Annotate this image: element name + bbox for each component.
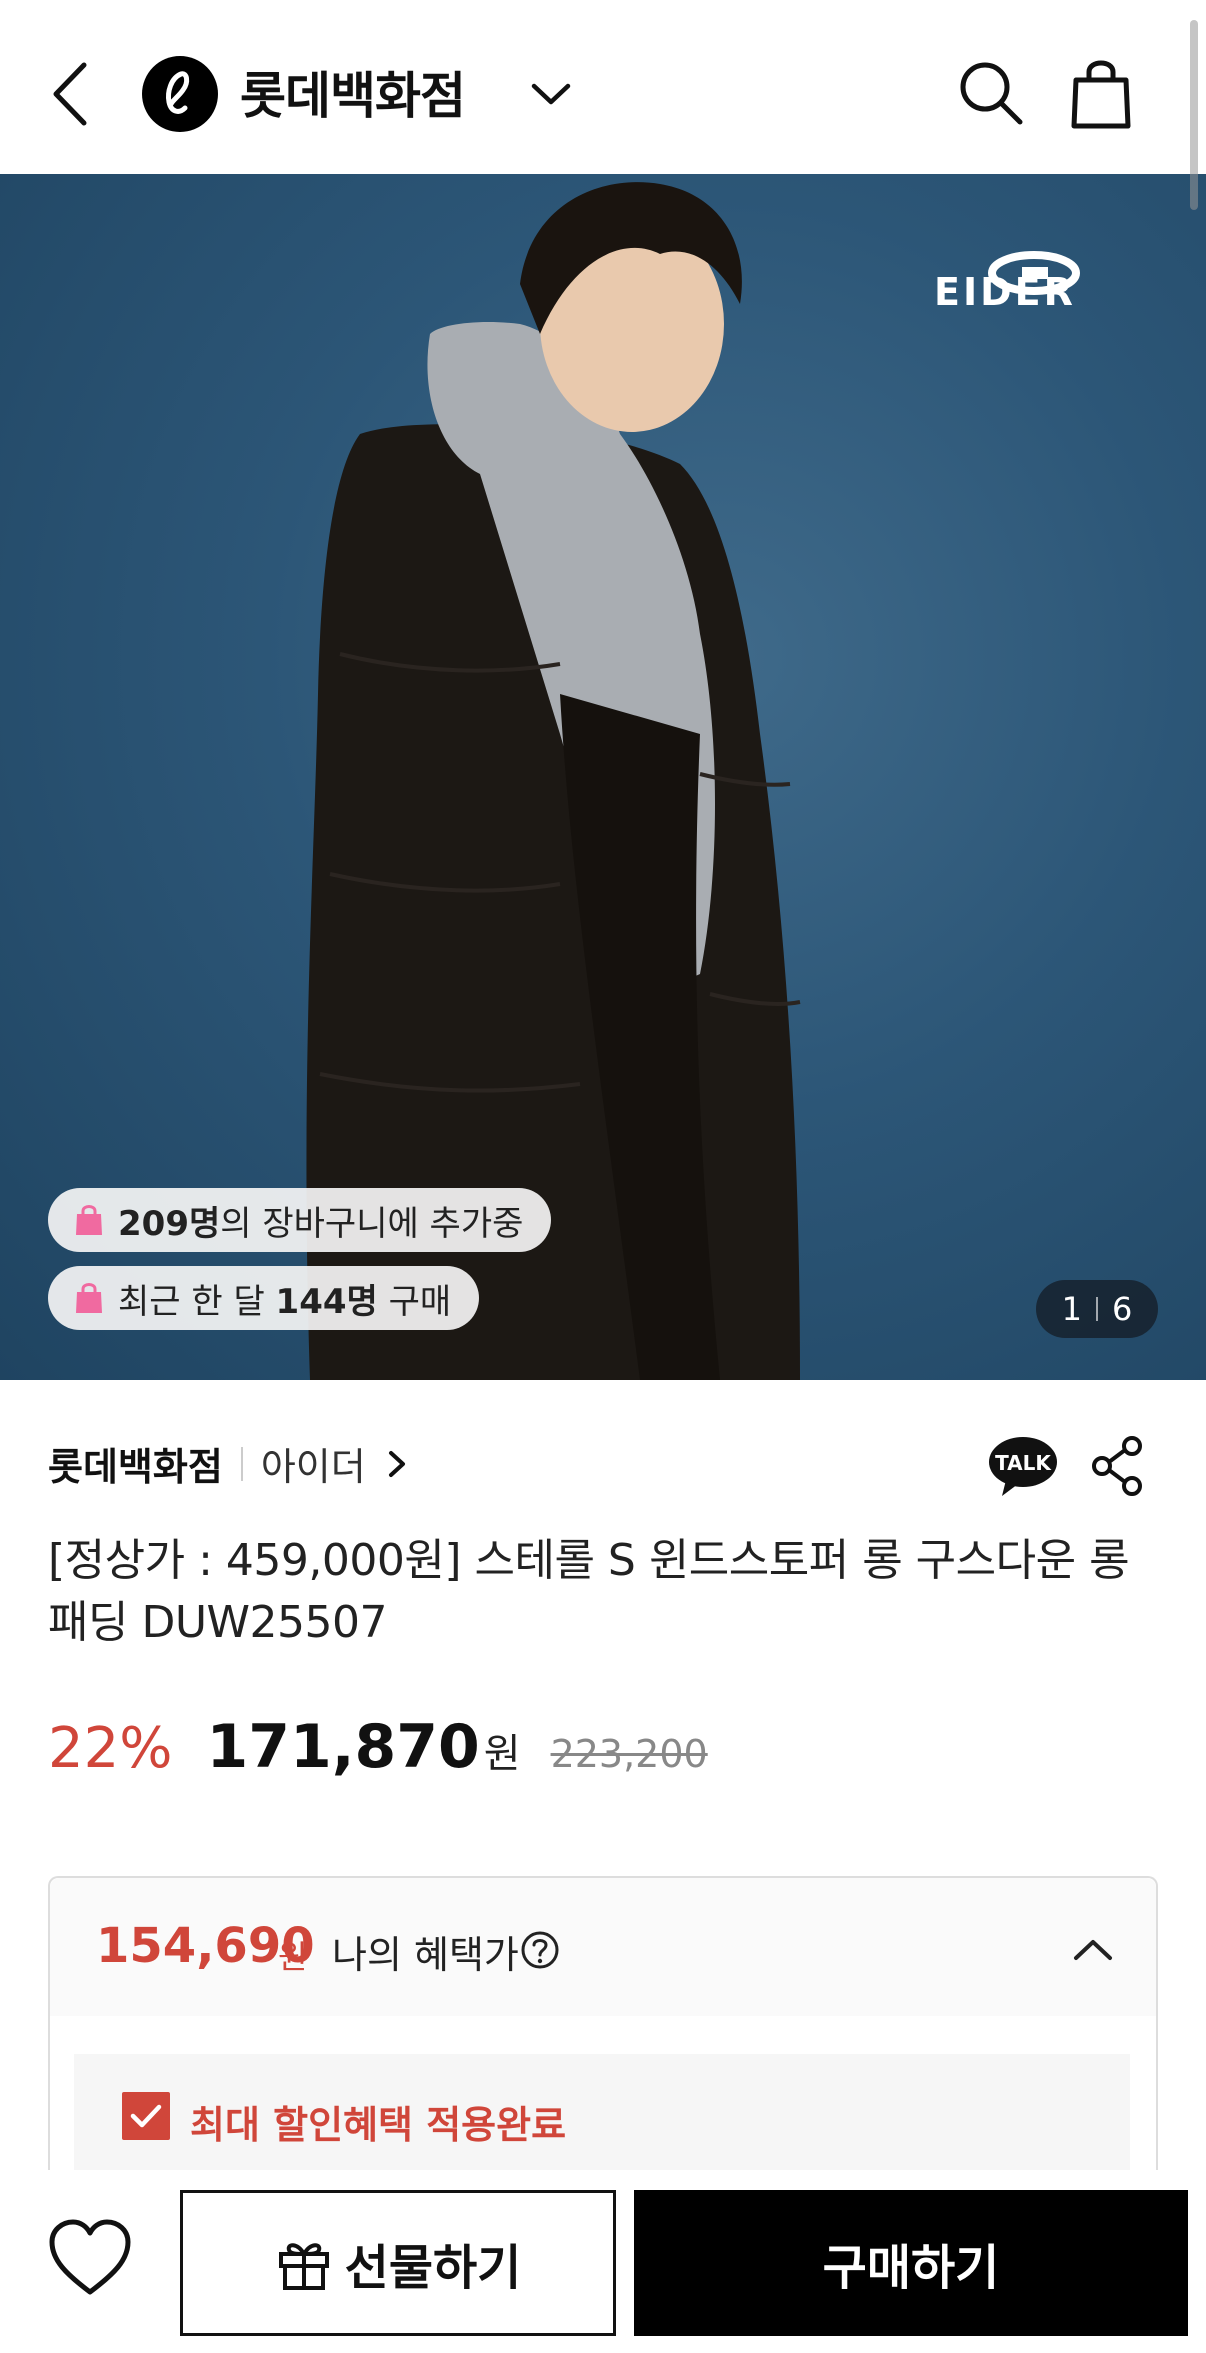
brand-logo-text: EIDER (934, 270, 1076, 314)
image-counter: 1 6 (1036, 1280, 1158, 1338)
back-button[interactable] (40, 58, 100, 130)
gift-button[interactable]: 선물하기 (180, 2190, 616, 2336)
gift-icon (278, 2243, 329, 2290)
bottom-action-bar: 선물하기 구매하기 (0, 2170, 1206, 2353)
help-icon[interactable] (520, 1930, 560, 1970)
shopping-bag-icon (76, 1283, 102, 1313)
brand-link[interactable]: 아이더 (261, 1436, 366, 1491)
check-icon (130, 2104, 162, 2128)
talk-icon: TALK (989, 1437, 1057, 1496)
search-button[interactable] (956, 58, 1026, 128)
product-title: [정상가 : 459,000원] 스테롤 S 윈드스토퍼 롱 구스다운 롱패딩 … (48, 1535, 1130, 1648)
back-icon (53, 62, 87, 126)
buy-button[interactable]: 구매하기 (634, 2190, 1188, 2336)
monthly-purchase-prefix: 최근 한 달 (118, 1281, 276, 1322)
shopping-bag-icon (1071, 60, 1131, 129)
shopping-bag-icon (76, 1205, 102, 1235)
chevron-right-icon (388, 1450, 405, 1477)
chevron-up-icon[interactable] (1068, 1930, 1118, 1970)
chevron-down-icon[interactable] (528, 74, 574, 114)
image-counter-total: 6 (1112, 1290, 1133, 1328)
divider (240, 1446, 243, 1481)
talk-label: TALK (995, 1451, 1052, 1475)
benefit-price-unit: 원 (278, 1938, 308, 1976)
shopping-bag-button[interactable] (1070, 56, 1132, 130)
wishlist-button[interactable] (46, 2218, 134, 2298)
product-image-carousel[interactable]: EIDER 209명 의 장바구니에 추가중 최근 한 달 144명 구매 1 … (0, 174, 1206, 1380)
heart-icon (49, 2219, 131, 2295)
price-row: 22% 171,870 원 223,200 (48, 1712, 708, 1782)
image-counter-divider (1096, 1297, 1098, 1321)
applied-text: 최대 할인혜택 적용완료 (190, 2103, 567, 2147)
store-name[interactable]: 롯데백화점 (240, 60, 466, 132)
discount-rate: 22% (48, 1716, 173, 1781)
price-unit: 원 (483, 1731, 521, 1777)
cart-count: 209명 (118, 1203, 221, 1244)
scrollbar[interactable] (1190, 20, 1198, 210)
talk-button[interactable]: TALK (988, 1436, 1058, 1498)
applied-checkbox[interactable] (122, 2092, 170, 2140)
max-discount-applied-row: 최대 할인혜택 적용완료 (74, 2054, 1130, 2174)
monthly-purchase-badge: 최근 한 달 144명 구매 (48, 1266, 480, 1330)
sale-price: 171,870 (206, 1712, 480, 1782)
benefit-panel: 154,690 원 나의 혜택가 최대 할인혜택 적용완료 (48, 1876, 1158, 2196)
top-header: 롯데백화점 (0, 0, 1206, 174)
gift-button-label: 선물하기 (344, 2240, 522, 2296)
monthly-purchase-count: 144명 (275, 1281, 378, 1322)
cart-count-badge: 209명 의 장바구니에 추가중 (48, 1188, 552, 1252)
lotte-logo-icon[interactable] (142, 56, 218, 132)
original-price: 223,200 (550, 1732, 708, 1776)
cart-count-text: 의 장바구니에 추가중 (220, 1203, 524, 1244)
share-icon (1092, 1436, 1142, 1496)
benefit-label: 나의 혜택가 (332, 1933, 519, 1977)
store-brand-row[interactable]: 롯데백화점 아이더 (48, 1436, 408, 1491)
search-icon (960, 62, 1023, 125)
buy-button-label: 구매하기 (822, 2240, 1000, 2296)
benefit-header[interactable]: 154,690 원 나의 혜택가 (50, 1878, 1156, 2016)
monthly-purchase-suffix: 구매 (377, 1281, 452, 1322)
image-counter-current: 1 (1061, 1290, 1082, 1328)
store-label: 롯데백화점 (48, 1445, 223, 1489)
share-button[interactable] (1090, 1436, 1144, 1496)
